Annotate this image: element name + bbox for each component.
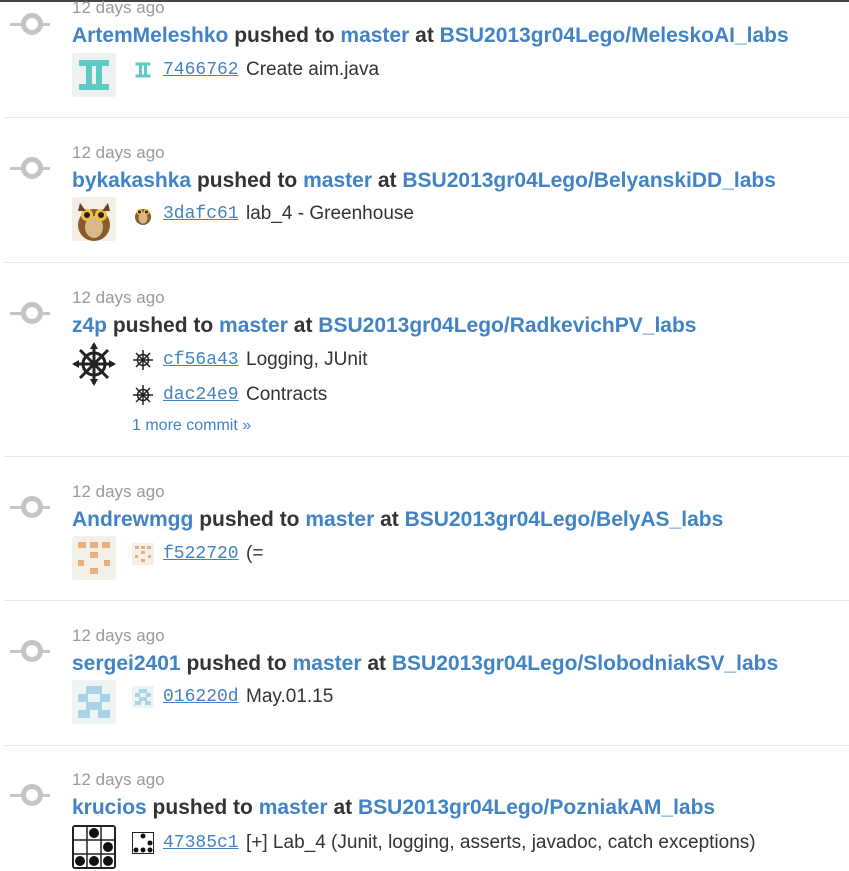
action-text: pushed to	[234, 24, 335, 47]
commit-icon	[10, 496, 50, 518]
commit-sha-link[interactable]: 016220d	[163, 686, 239, 708]
mini-avatar	[132, 384, 154, 406]
branch-link[interactable]: master	[340, 24, 409, 47]
branch-link[interactable]: master	[303, 169, 372, 192]
repo-link[interactable]: BSU2013gr04Lego/BelyAS_labs	[405, 508, 724, 531]
mini-avatar	[132, 686, 154, 708]
mini-avatar	[132, 349, 154, 371]
action-text: pushed to	[199, 508, 300, 531]
action-text: pushed to	[152, 796, 253, 819]
avatar[interactable]	[72, 342, 116, 386]
branch-link[interactable]: master	[305, 508, 374, 531]
commit-sha-link[interactable]: dac24e9	[163, 384, 239, 406]
at-text: at	[367, 652, 387, 675]
feed-event: 12 days ago z4p pushed to master at BSU2…	[4, 262, 849, 457]
commit-sha-link[interactable]: 47385c1	[163, 832, 239, 854]
mini-avatar	[132, 59, 154, 81]
commit-message: Contracts	[246, 384, 328, 405]
event-time: 12 days ago	[72, 0, 165, 17]
action-text: pushed to	[186, 652, 287, 675]
event-time: 12 days ago	[72, 143, 165, 162]
commit-message: [+] Lab_4 (Junit, logging, asserts, java…	[246, 832, 756, 853]
repo-link[interactable]: BSU2013gr04Lego/SlobodniakSV_labs	[392, 652, 778, 675]
commit-sha-link[interactable]: f522720	[163, 543, 239, 565]
mini-avatar	[132, 832, 154, 854]
user-link[interactable]: krucios	[72, 796, 147, 819]
branch-link[interactable]: master	[293, 652, 362, 675]
avatar[interactable]	[72, 197, 116, 241]
repo-link[interactable]: BSU2013gr04Lego/RadkevichPV_labs	[318, 314, 696, 337]
commit-icon	[10, 640, 50, 662]
at-text: at	[415, 24, 434, 47]
commit-message: lab_4 - Greenhouse	[246, 203, 414, 224]
repo-link[interactable]: BSU2013gr04Lego/BelyanskiDD_labs	[402, 169, 776, 192]
action-text: pushed to	[112, 314, 214, 337]
user-link[interactable]: bykakashka	[72, 169, 191, 192]
user-link[interactable]: Andrewmgg	[72, 508, 193, 531]
event-title: krucios pushed to master at BSU2013gr04L…	[72, 796, 715, 820]
feed-event: 12 days ago sergei2401 pushed to master …	[4, 600, 849, 746]
user-link[interactable]: sergei2401	[72, 652, 181, 675]
event-title: Andrewmgg pushed to master at BSU2013gr0…	[72, 508, 723, 532]
mini-avatar	[132, 203, 154, 225]
branch-link[interactable]: master	[219, 314, 288, 337]
repo-link[interactable]: BSU2013gr04Lego/PozniakAM_labs	[358, 796, 715, 819]
action-text: pushed to	[196, 169, 298, 192]
avatar[interactable]	[72, 536, 116, 580]
event-title: ArtemMeleshko pushed to master at BSU201…	[72, 24, 789, 48]
event-time: 12 days ago	[72, 770, 165, 789]
commit-message: Logging, JUnit	[246, 349, 368, 370]
user-link[interactable]: z4p	[72, 314, 107, 337]
avatar[interactable]	[72, 680, 116, 724]
commit-message: (=	[246, 543, 264, 564]
event-title: sergei2401 pushed to master at BSU2013gr…	[72, 652, 778, 676]
feed-event: 12 days ago bykakashka pushed to master …	[4, 117, 849, 263]
commit-sha-link[interactable]: 7466762	[163, 59, 239, 81]
feed-event: 12 days ago Andrewmgg pushed to master a…	[4, 456, 849, 601]
feed-event: 12 days ago ArtemMeleshko pushed to mast…	[4, 0, 849, 118]
event-title: z4p pushed to master at BSU2013gr04Lego/…	[72, 314, 696, 338]
commit-icon	[10, 13, 50, 35]
commit-sha-link[interactable]: cf56a43	[163, 349, 239, 371]
at-text: at	[333, 796, 353, 819]
commit-message: May.01.15	[246, 686, 334, 707]
at-text: at	[293, 314, 313, 337]
repo-link[interactable]: BSU2013gr04Lego/MeleskoAI_labs	[440, 24, 789, 47]
user-link[interactable]: ArtemMeleshko	[72, 24, 228, 47]
event-time: 12 days ago	[72, 626, 165, 645]
event-time: 12 days ago	[72, 482, 165, 501]
commit-icon	[10, 157, 50, 179]
more-commits-link[interactable]: 1 more commit »	[132, 417, 251, 435]
at-text: at	[377, 169, 397, 192]
event-title: bykakashka pushed to master at BSU2013gr…	[72, 169, 776, 193]
mini-avatar	[132, 543, 154, 565]
commit-sha-link[interactable]: 3dafc61	[163, 203, 239, 225]
commit-message: Create aim.java	[246, 59, 380, 80]
at-text: at	[380, 508, 399, 531]
avatar[interactable]	[72, 825, 116, 869]
event-time: 12 days ago	[72, 288, 165, 307]
feed-event: 12 days ago krucios pushed to master at …	[4, 745, 849, 871]
commit-icon	[10, 784, 50, 806]
branch-link[interactable]: master	[259, 796, 328, 819]
avatar[interactable]	[72, 53, 116, 97]
commit-icon	[10, 302, 50, 324]
